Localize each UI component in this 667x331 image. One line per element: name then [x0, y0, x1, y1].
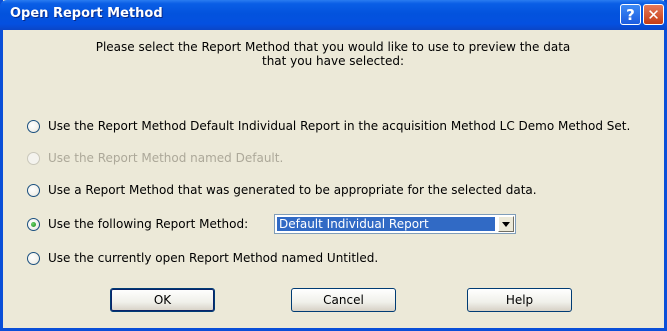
- report-method-select[interactable]: Default Individual Report: [274, 214, 516, 234]
- option-named-default: Use the Report Method named Default.: [27, 150, 283, 166]
- option-label: Use the currently open Report Method nam…: [48, 251, 379, 265]
- cancel-button[interactable]: Cancel: [291, 288, 396, 312]
- radio-named-default: [27, 151, 40, 165]
- instruction-line-1: Please select the Report Method that you…: [95, 40, 571, 54]
- radio-following-method[interactable]: [27, 217, 40, 231]
- option-label: Use the following Report Method:: [48, 217, 249, 231]
- option-label: Use the Report Method named Default.: [48, 151, 284, 165]
- instruction-line-2: that you have selected:: [261, 54, 404, 68]
- help-title-button[interactable]: ?: [620, 4, 641, 25]
- close-button[interactable]: ✕: [643, 4, 664, 25]
- help-button[interactable]: Help: [467, 288, 572, 312]
- option-currently-open[interactable]: Use the currently open Report Method nam…: [27, 250, 378, 266]
- ok-button[interactable]: OK: [110, 288, 215, 312]
- option-label: Use the Report Method Default Individual…: [48, 119, 631, 133]
- radio-acquisition-method[interactable]: [27, 119, 40, 133]
- chevron-down-icon[interactable]: [498, 216, 514, 232]
- instruction-text: Please select the Report Method that you…: [23, 40, 643, 68]
- report-method-selected-value: Default Individual Report: [277, 217, 495, 231]
- ok-button-label: OK: [153, 293, 172, 307]
- title-bar[interactable]: Open Report Method ? ✕: [0, 0, 667, 30]
- option-label: Use a Report Method that was generated t…: [48, 183, 537, 197]
- question-mark-icon: ?: [626, 5, 635, 24]
- option-following-method[interactable]: Use the following Report Method:: [27, 216, 248, 232]
- open-report-method-dialog: Open Report Method ? ✕ Please select the…: [0, 0, 667, 331]
- help-button-label: Help: [505, 293, 534, 307]
- close-icon: ✕: [647, 5, 660, 24]
- option-acquisition-method[interactable]: Use the Report Method Default Individual…: [27, 118, 630, 134]
- window-title: Open Report Method: [10, 6, 163, 21]
- option-generated-method[interactable]: Use a Report Method that was generated t…: [27, 182, 537, 198]
- radio-currently-open[interactable]: [27, 251, 40, 265]
- radio-generated-method[interactable]: [27, 183, 40, 197]
- cancel-button-label: Cancel: [323, 293, 364, 307]
